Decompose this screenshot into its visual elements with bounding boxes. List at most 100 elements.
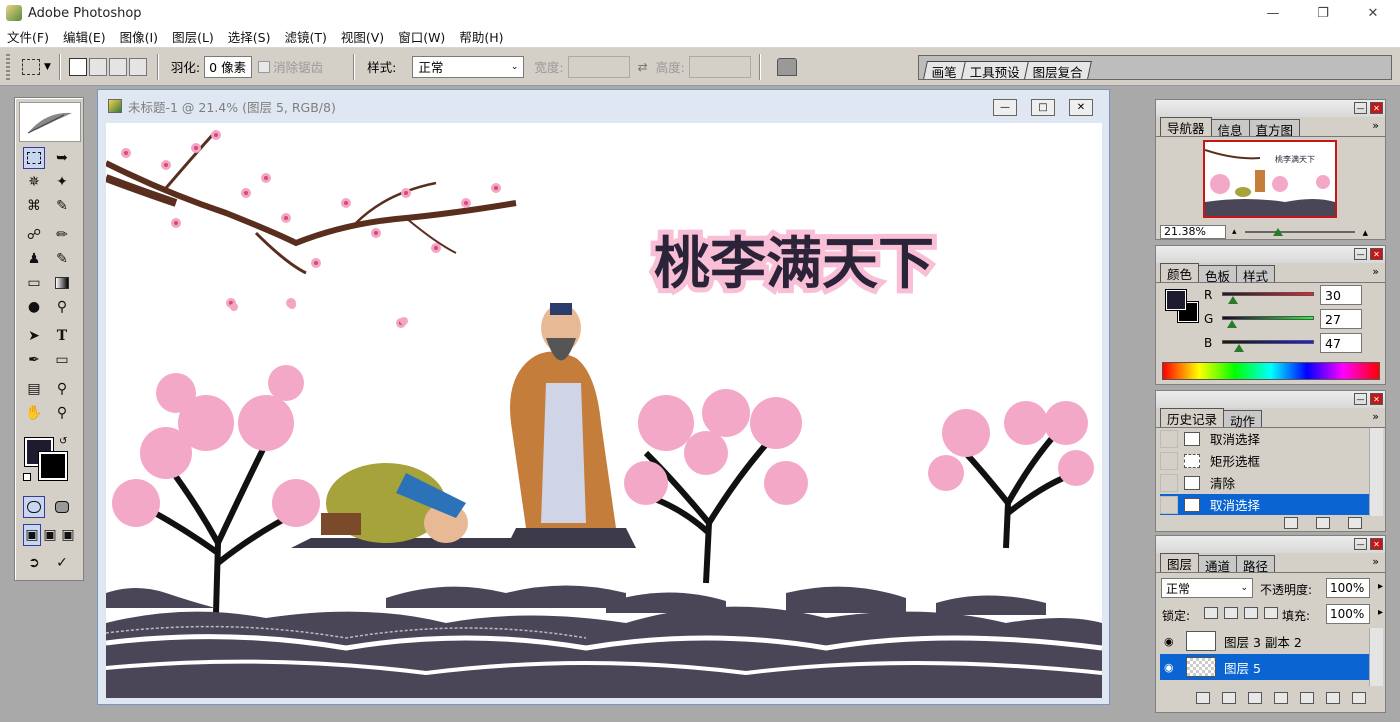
tab-actions[interactable]: 动作 bbox=[1223, 410, 1263, 429]
doc-close-icon[interactable]: ✕ bbox=[1069, 99, 1093, 116]
gradient-tool-icon[interactable] bbox=[51, 272, 73, 294]
subtract-selection-icon[interactable] bbox=[108, 57, 127, 76]
doc-maximize-icon[interactable]: □ bbox=[1031, 99, 1055, 116]
panel-menu-icon[interactable]: » bbox=[1372, 265, 1379, 278]
panel-minimize-icon[interactable]: — bbox=[1354, 102, 1367, 114]
history-item[interactable]: 矩形选框 bbox=[1160, 450, 1373, 471]
tab-histogram[interactable]: 直方图 bbox=[1248, 119, 1301, 138]
history-snapshot-checkbox[interactable] bbox=[1160, 473, 1178, 492]
new-selection-icon[interactable] bbox=[68, 57, 87, 76]
tab-styles[interactable]: 样式 bbox=[1236, 265, 1276, 284]
feather-logo-icon[interactable] bbox=[19, 102, 81, 142]
options-grip[interactable] bbox=[6, 53, 10, 80]
lock-pixels-icon[interactable] bbox=[1224, 607, 1238, 619]
tab-navigator[interactable]: 导航器 bbox=[1160, 117, 1212, 136]
menu-edit[interactable]: 编辑(E) bbox=[56, 27, 113, 46]
doc-minimize-icon[interactable]: — bbox=[993, 99, 1017, 116]
add-selection-icon[interactable] bbox=[88, 57, 107, 76]
new-group-icon[interactable] bbox=[1300, 692, 1314, 704]
zoom-out-icon[interactable]: ▴ bbox=[1232, 227, 1237, 237]
antialias-checkbox[interactable] bbox=[258, 60, 271, 73]
menu-filter[interactable]: 滤镜(T) bbox=[277, 27, 333, 46]
path-selection-icon[interactable]: ➤ bbox=[23, 325, 45, 347]
color-foreground-swatch[interactable] bbox=[1165, 289, 1187, 311]
camera-snapshot-icon[interactable] bbox=[1316, 517, 1330, 529]
pen-tool-icon[interactable]: ✒ bbox=[23, 349, 45, 371]
tab-history[interactable]: 历史记录 bbox=[1160, 408, 1225, 427]
jump-to-imageready-icon[interactable]: ➲ bbox=[23, 552, 45, 574]
layer-row[interactable]: ◉ 图层 3 副本 2 bbox=[1160, 628, 1369, 654]
notes-tool-icon[interactable]: ▤ bbox=[23, 378, 45, 400]
panel-minimize-icon[interactable]: — bbox=[1354, 538, 1367, 550]
tab-color[interactable]: 颜色 bbox=[1160, 263, 1200, 282]
panel-titlebar[interactable]: — ✕ bbox=[1156, 246, 1385, 263]
menu-layer[interactable]: 图层(L) bbox=[165, 27, 221, 46]
r-slider-thumb[interactable] bbox=[1227, 296, 1238, 304]
navigator-zoom-value[interactable]: 21.38% bbox=[1160, 225, 1226, 239]
eye-icon[interactable]: ◉ bbox=[1164, 661, 1174, 674]
eye-icon[interactable]: ◉ bbox=[1164, 635, 1174, 648]
tab-channels[interactable]: 通道 bbox=[1198, 555, 1238, 574]
move-tool-icon[interactable]: ➥ bbox=[51, 147, 73, 169]
tab-layers[interactable]: 图层 bbox=[1160, 553, 1200, 572]
link-layers-icon[interactable] bbox=[1196, 692, 1210, 704]
screen-mode-full-icon[interactable]: ▣ bbox=[59, 524, 77, 546]
history-brush-icon[interactable]: ✎ bbox=[51, 248, 73, 270]
screen-mode-standard-icon[interactable]: ▣ bbox=[23, 524, 41, 546]
feather-input[interactable] bbox=[204, 55, 253, 78]
type-tool-icon[interactable]: T bbox=[51, 325, 73, 347]
crop-tool-icon[interactable]: ⌘ bbox=[23, 195, 45, 217]
well-tab-brushes[interactable]: 画笔 bbox=[923, 61, 966, 80]
zoom-slider[interactable] bbox=[1244, 225, 1355, 239]
quick-mask-icon[interactable] bbox=[51, 496, 73, 518]
g-value-input[interactable]: 27 bbox=[1320, 309, 1362, 329]
menu-file[interactable]: 文件(F) bbox=[0, 27, 56, 46]
file-browser-icon[interactable] bbox=[776, 57, 797, 76]
history-snapshot-checkbox[interactable] bbox=[1160, 429, 1178, 448]
panel-close-icon[interactable]: ✕ bbox=[1370, 248, 1383, 260]
menu-window[interactable]: 窗口(W) bbox=[391, 27, 452, 46]
zoom-tool-icon[interactable]: ⚲ bbox=[51, 402, 73, 424]
well-tab-tool-presets[interactable]: 工具预设 bbox=[961, 61, 1029, 80]
rectangular-marquee-icon[interactable] bbox=[23, 147, 45, 169]
color-spectrum-bar[interactable] bbox=[1162, 362, 1380, 380]
close-icon[interactable]: ✕ bbox=[1350, 0, 1396, 26]
zoom-in-icon[interactable]: ▴ bbox=[1363, 226, 1369, 239]
shape-tool-icon[interactable]: ▭ bbox=[51, 349, 73, 371]
preset-dropdown-icon[interactable]: ▼ bbox=[44, 62, 51, 72]
blur-tool-icon[interactable]: ● bbox=[23, 296, 45, 318]
eyedropper-icon[interactable]: ⚲ bbox=[51, 378, 73, 400]
default-colors-icon[interactable] bbox=[23, 473, 31, 481]
tab-info[interactable]: 信息 bbox=[1210, 119, 1250, 138]
adjustment-layer-icon[interactable] bbox=[1274, 692, 1288, 704]
layer-style-icon[interactable] bbox=[1222, 692, 1236, 704]
history-snapshot-checkbox[interactable] bbox=[1160, 451, 1178, 470]
fill-arrow-icon[interactable]: ▸ bbox=[1378, 607, 1383, 618]
history-item[interactable]: 清除 bbox=[1160, 472, 1373, 493]
eraser-tool-icon[interactable]: ▭ bbox=[23, 272, 45, 294]
layer-row-selected[interactable]: ◉ 图层 5 bbox=[1160, 654, 1369, 680]
trash-icon[interactable] bbox=[1348, 517, 1362, 529]
opacity-input[interactable]: 100% bbox=[1326, 578, 1370, 598]
menu-help[interactable]: 帮助(H) bbox=[452, 27, 510, 46]
history-item-selected[interactable]: 取消选择 bbox=[1160, 494, 1373, 515]
panel-titlebar[interactable]: — ✕ bbox=[1156, 536, 1385, 553]
tab-swatches[interactable]: 色板 bbox=[1198, 265, 1238, 284]
blend-mode-select[interactable]: 正常 ⌄ bbox=[1161, 578, 1253, 598]
menu-image[interactable]: 图像(I) bbox=[113, 27, 165, 46]
healing-brush-icon[interactable]: ☍ bbox=[23, 224, 45, 246]
panel-menu-icon[interactable]: » bbox=[1372, 555, 1379, 568]
new-layer-icon[interactable] bbox=[1326, 692, 1340, 704]
background-color-swatch[interactable] bbox=[38, 451, 68, 481]
panel-close-icon[interactable]: ✕ bbox=[1370, 393, 1383, 405]
fill-input[interactable]: 100% bbox=[1326, 604, 1370, 624]
layers-scrollbar[interactable] bbox=[1369, 628, 1383, 686]
screen-mode-menu-icon[interactable]: ▣ bbox=[41, 524, 59, 546]
panel-close-icon[interactable]: ✕ bbox=[1370, 102, 1383, 114]
marquee-preset-icon[interactable] bbox=[22, 58, 40, 75]
image-canvas[interactable]: 桃李满天下 桃李满天下 bbox=[106, 123, 1102, 698]
intersect-selection-icon[interactable] bbox=[128, 57, 147, 76]
dodge-tool-icon[interactable]: ⚲ bbox=[51, 296, 73, 318]
panel-menu-icon[interactable]: » bbox=[1372, 119, 1379, 132]
checkmark-icon[interactable]: ✓ bbox=[51, 552, 73, 574]
